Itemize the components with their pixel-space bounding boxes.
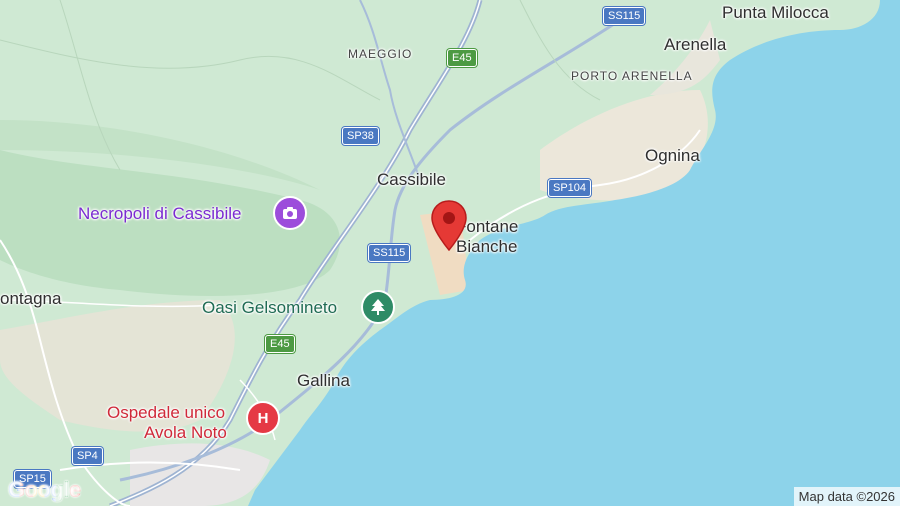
place-label-ognina[interactable]: Ognina (645, 147, 700, 164)
road-shield-ss115-mid: SS115 (368, 244, 411, 262)
poi-label-ospedale-1[interactable]: Ospedale unico (107, 403, 225, 423)
place-label-montagna[interactable]: ontagna (0, 290, 61, 307)
road-shield-sp104: SP104 (548, 179, 592, 197)
poi-label-ospedale-2[interactable]: Avola Noto (144, 423, 227, 443)
road-shield-sp38: SP38 (342, 127, 379, 145)
hospital-icon[interactable]: H (246, 401, 280, 435)
map-attribution[interactable]: Map data ©2026 (793, 487, 900, 506)
place-label-cassibile[interactable]: Cassibile (377, 171, 446, 188)
camera-glyph (283, 207, 297, 219)
location-pin-icon[interactable] (430, 200, 468, 252)
camera-icon[interactable] (273, 196, 307, 230)
road-shield-sp4: SP4 (72, 447, 103, 465)
place-label-gallina[interactable]: Gallina (297, 372, 350, 389)
road-shield-e45-bottom: E45 (265, 335, 295, 353)
hospital-glyph: H (258, 410, 269, 426)
svg-text:H: H (258, 410, 269, 426)
google-logo: Google (8, 477, 81, 503)
poi-label-necropoli[interactable]: Necropoli di Cassibile (78, 205, 241, 222)
place-label-porto-arenella[interactable]: PORTO ARENELLA (571, 70, 693, 82)
road-shield-e45-top: E45 (447, 49, 477, 67)
place-label-punta-milocca[interactable]: Punta Milocca (722, 4, 829, 21)
tree-glyph (371, 299, 385, 315)
place-label-arenella[interactable]: Arenella (664, 36, 726, 53)
map-canvas[interactable]: Punta Milocca Arenella PORTO ARENELLA MA… (0, 0, 900, 506)
tree-icon[interactable] (361, 290, 395, 324)
map-base-layer (0, 0, 900, 506)
google-logo-text: Google (8, 477, 81, 502)
place-label-maeggio[interactable]: MAEGGIO (348, 48, 412, 60)
poi-label-oasi[interactable]: Oasi Gelsomineto (202, 299, 337, 316)
road-shield-ss115-top: SS115 (603, 7, 646, 25)
